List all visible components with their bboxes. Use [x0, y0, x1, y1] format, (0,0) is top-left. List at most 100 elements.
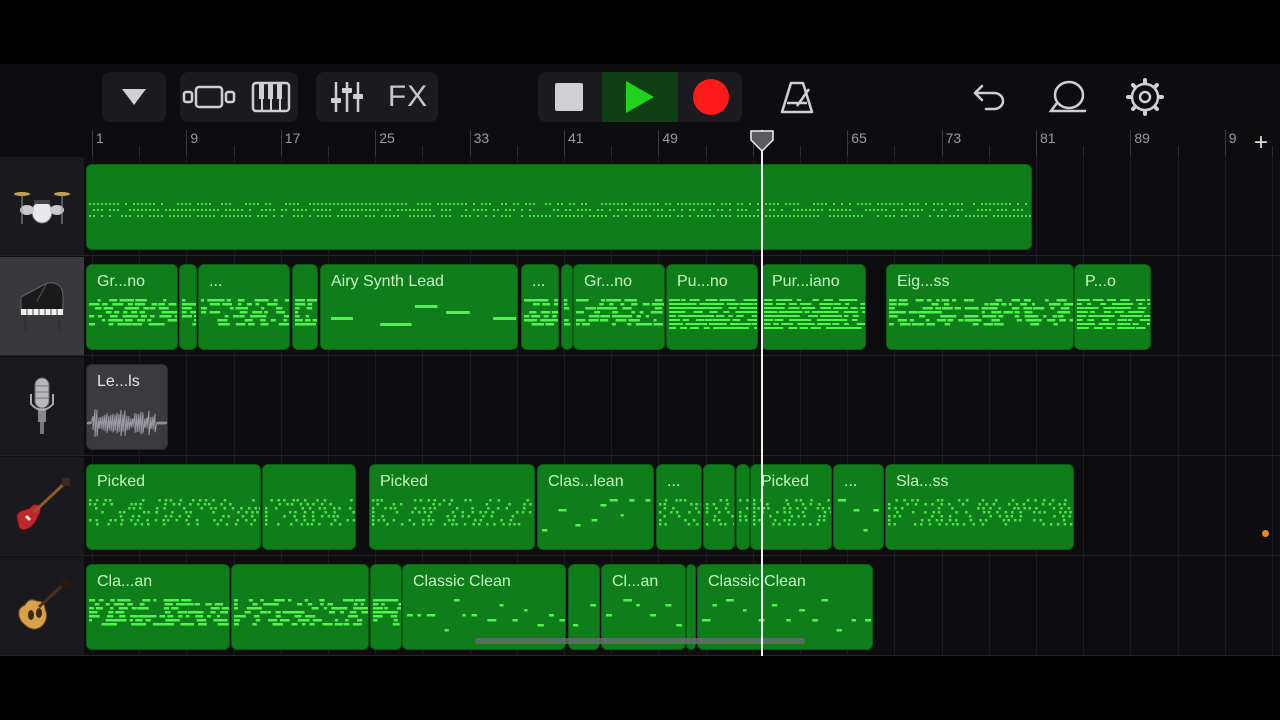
region-notes: [234, 599, 368, 626]
ruler-bar-number: 33: [473, 130, 490, 146]
keyboard-button[interactable]: [244, 72, 298, 122]
track-lane[interactable]: Gr...no... Airy Synth Lead... Gr...no Pu...…: [86, 256, 1280, 356]
ruler-bar-tick: [186, 130, 188, 156]
midi-region[interactable]: [262, 464, 356, 550]
region-title: Clas...lean: [548, 473, 624, 490]
region-notes: [576, 299, 664, 326]
control-bar: FX: [0, 64, 1280, 130]
playhead[interactable]: [750, 130, 774, 656]
midi-region[interactable]: Clas...lean: [537, 464, 654, 550]
fx-button[interactable]: FX: [378, 72, 438, 122]
ruler-bar-number: 81: [1040, 130, 1056, 146]
midi-region[interactable]: [703, 464, 735, 550]
midi-region[interactable]: [370, 564, 402, 650]
region-notes: [87, 409, 167, 437]
audio-region[interactable]: Le...ls: [86, 364, 168, 450]
stop-button[interactable]: [538, 72, 600, 122]
region-notes: [1077, 299, 1150, 329]
ruler-beat-tick: [611, 146, 613, 156]
ruler-beat-tick: [328, 146, 329, 156]
midi-region[interactable]: ...: [198, 264, 290, 350]
track-lane[interactable]: Picked Picked Clas...lean... Picked... Sla..…: [86, 456, 1280, 556]
midi-region[interactable]: Picked: [86, 464, 261, 550]
fx-label: FX: [387, 80, 429, 113]
midi-region[interactable]: P...o: [1074, 264, 1151, 350]
loop-icon: [1048, 80, 1087, 113]
region-notes: [753, 499, 831, 526]
timeline-ruler[interactable]: + 19172533414957657381899: [86, 130, 1280, 156]
track-lane[interactable]: [86, 156, 1280, 256]
region-notes: [889, 299, 1073, 326]
region-title: Picked: [761, 473, 810, 490]
region-notes: [524, 299, 558, 326]
ruler-beat-tick: [422, 146, 424, 156]
midi-region[interactable]: [231, 564, 369, 650]
record-button[interactable]: [680, 72, 742, 122]
ruler-bar-tick: [375, 130, 377, 156]
play-button[interactable]: [602, 72, 678, 122]
region-title: P...o: [1085, 273, 1116, 290]
gear-icon: [1126, 78, 1164, 116]
region-title: Cl...an: [612, 573, 659, 590]
region-title: ...: [667, 473, 681, 490]
midi-region[interactable]: Airy Synth Lead: [320, 264, 518, 350]
midi-region[interactable]: Pur...iano: [761, 264, 866, 350]
microphone-icon: [30, 377, 54, 434]
midi-region[interactable]: Cla...an: [86, 564, 230, 650]
midi-region[interactable]: ...: [521, 264, 559, 350]
ruler-bar-tick: [658, 130, 660, 156]
ruler-beat-tick: [988, 146, 990, 156]
bass-track-header[interactable]: [0, 457, 84, 555]
add-section-button[interactable]: +: [1254, 131, 1268, 155]
drums-track-header[interactable]: [0, 157, 84, 255]
midi-region[interactable]: Gr...no: [573, 264, 665, 350]
ruler-bar-number: 49: [662, 130, 678, 146]
piano-keys-icon: [251, 81, 291, 113]
region-title: Pu...no: [677, 273, 728, 290]
midi-region[interactable]: [292, 264, 318, 350]
region-notes: [89, 299, 177, 326]
midi-region[interactable]: [179, 264, 197, 350]
region-title: Eig...ss: [897, 273, 950, 290]
ruler-bar-tick: [564, 130, 565, 156]
region-notes: [706, 499, 734, 526]
region-notes: [564, 299, 571, 326]
track-lane[interactable]: Le...ls: [86, 356, 1280, 456]
vocal-track-header[interactable]: [0, 357, 84, 455]
region-notes: [265, 499, 355, 526]
midi-region[interactable]: Picked: [369, 464, 535, 550]
region-notes: [764, 299, 865, 329]
ruler-bar-number: 1: [96, 130, 104, 146]
loop-browser-button[interactable]: [1042, 72, 1092, 122]
midi-region[interactable]: Eig...ss: [886, 264, 1074, 350]
midi-region[interactable]: Pu...no: [666, 264, 758, 350]
piano-track-header[interactable]: [0, 257, 84, 355]
ruler-bar-number: 89: [1134, 130, 1150, 146]
mixer-button[interactable]: [318, 72, 376, 122]
tracks-view-button[interactable]: [180, 72, 240, 122]
region-title: Picked: [380, 473, 429, 490]
ruler-beat-tick: [705, 146, 707, 156]
midi-region[interactable]: ...: [833, 464, 884, 550]
region-notes: [295, 299, 317, 326]
midi-region[interactable]: Gr...no: [86, 264, 178, 350]
horizontal-scrollbar[interactable]: [475, 638, 805, 644]
ruler-bar-tick: [469, 130, 471, 156]
guitar-track-header[interactable]: [0, 557, 84, 655]
settings-button[interactable]: [1120, 72, 1170, 122]
metronome-button[interactable]: [772, 72, 822, 122]
midi-region[interactable]: [561, 264, 573, 350]
ruler-beat-tick: [894, 146, 896, 156]
metronome-icon: [780, 81, 814, 114]
region-notes: [659, 499, 701, 526]
browser-button[interactable]: [102, 72, 166, 122]
region-title: Classic Clean: [413, 573, 511, 590]
midi-region[interactable]: ...: [656, 464, 702, 550]
playhead-handle[interactable]: [750, 130, 774, 152]
midi-region[interactable]: [86, 164, 1032, 250]
undo-button[interactable]: [964, 72, 1014, 122]
midi-region[interactable]: Sla...ss: [885, 464, 1074, 550]
midi-region[interactable]: [736, 464, 750, 550]
ruler-bar-tick: [280, 130, 282, 156]
ruler-beat-tick: [1177, 146, 1179, 156]
